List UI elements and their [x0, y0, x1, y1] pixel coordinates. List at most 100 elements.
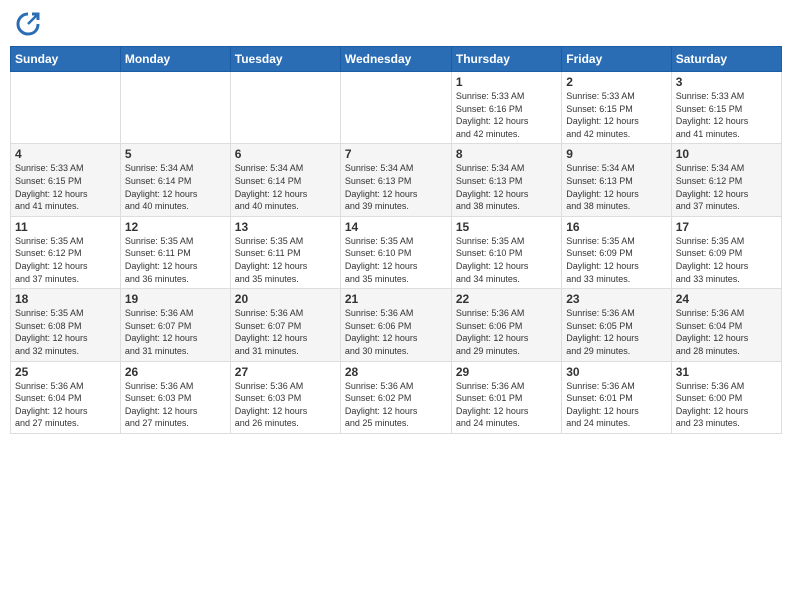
- calendar-cell: 7Sunrise: 5:34 AM Sunset: 6:13 PM Daylig…: [340, 144, 451, 216]
- day-info: Sunrise: 5:36 AM Sunset: 6:00 PM Dayligh…: [676, 380, 777, 430]
- day-number: 18: [15, 292, 116, 306]
- calendar-cell: 16Sunrise: 5:35 AM Sunset: 6:09 PM Dayli…: [562, 216, 671, 288]
- day-number: 30: [566, 365, 666, 379]
- day-number: 25: [15, 365, 116, 379]
- day-info: Sunrise: 5:34 AM Sunset: 6:14 PM Dayligh…: [125, 162, 226, 212]
- day-number: 21: [345, 292, 447, 306]
- weekday-header-sunday: Sunday: [11, 47, 121, 72]
- calendar-week-row: 25Sunrise: 5:36 AM Sunset: 6:04 PM Dayli…: [11, 361, 782, 433]
- day-number: 6: [235, 147, 336, 161]
- calendar-cell: [230, 72, 340, 144]
- day-info: Sunrise: 5:33 AM Sunset: 6:15 PM Dayligh…: [15, 162, 116, 212]
- day-number: 13: [235, 220, 336, 234]
- calendar-cell: [120, 72, 230, 144]
- day-info: Sunrise: 5:36 AM Sunset: 6:07 PM Dayligh…: [235, 307, 336, 357]
- calendar-cell: 1Sunrise: 5:33 AM Sunset: 6:16 PM Daylig…: [451, 72, 561, 144]
- page-header: [10, 10, 782, 38]
- calendar-cell: 14Sunrise: 5:35 AM Sunset: 6:10 PM Dayli…: [340, 216, 451, 288]
- calendar-cell: 21Sunrise: 5:36 AM Sunset: 6:06 PM Dayli…: [340, 289, 451, 361]
- day-number: 24: [676, 292, 777, 306]
- calendar-cell: 5Sunrise: 5:34 AM Sunset: 6:14 PM Daylig…: [120, 144, 230, 216]
- day-info: Sunrise: 5:33 AM Sunset: 6:16 PM Dayligh…: [456, 90, 557, 140]
- day-number: 20: [235, 292, 336, 306]
- day-info: Sunrise: 5:36 AM Sunset: 6:01 PM Dayligh…: [566, 380, 666, 430]
- calendar-cell: [11, 72, 121, 144]
- weekday-header-tuesday: Tuesday: [230, 47, 340, 72]
- day-info: Sunrise: 5:34 AM Sunset: 6:13 PM Dayligh…: [566, 162, 666, 212]
- calendar-cell: 8Sunrise: 5:34 AM Sunset: 6:13 PM Daylig…: [451, 144, 561, 216]
- day-info: Sunrise: 5:36 AM Sunset: 6:06 PM Dayligh…: [345, 307, 447, 357]
- day-number: 14: [345, 220, 447, 234]
- day-info: Sunrise: 5:35 AM Sunset: 6:12 PM Dayligh…: [15, 235, 116, 285]
- calendar-cell: 3Sunrise: 5:33 AM Sunset: 6:15 PM Daylig…: [671, 72, 781, 144]
- weekday-header-monday: Monday: [120, 47, 230, 72]
- calendar-cell: 9Sunrise: 5:34 AM Sunset: 6:13 PM Daylig…: [562, 144, 671, 216]
- calendar-cell: 31Sunrise: 5:36 AM Sunset: 6:00 PM Dayli…: [671, 361, 781, 433]
- day-info: Sunrise: 5:35 AM Sunset: 6:08 PM Dayligh…: [15, 307, 116, 357]
- day-info: Sunrise: 5:36 AM Sunset: 6:01 PM Dayligh…: [456, 380, 557, 430]
- day-info: Sunrise: 5:35 AM Sunset: 6:09 PM Dayligh…: [566, 235, 666, 285]
- calendar-week-row: 1Sunrise: 5:33 AM Sunset: 6:16 PM Daylig…: [11, 72, 782, 144]
- weekday-header-saturday: Saturday: [671, 47, 781, 72]
- day-info: Sunrise: 5:36 AM Sunset: 6:04 PM Dayligh…: [676, 307, 777, 357]
- calendar-cell: 11Sunrise: 5:35 AM Sunset: 6:12 PM Dayli…: [11, 216, 121, 288]
- day-number: 27: [235, 365, 336, 379]
- calendar-cell: 22Sunrise: 5:36 AM Sunset: 6:06 PM Dayli…: [451, 289, 561, 361]
- day-info: Sunrise: 5:36 AM Sunset: 6:06 PM Dayligh…: [456, 307, 557, 357]
- calendar-week-row: 11Sunrise: 5:35 AM Sunset: 6:12 PM Dayli…: [11, 216, 782, 288]
- day-number: 29: [456, 365, 557, 379]
- calendar-week-row: 4Sunrise: 5:33 AM Sunset: 6:15 PM Daylig…: [11, 144, 782, 216]
- day-info: Sunrise: 5:36 AM Sunset: 6:04 PM Dayligh…: [15, 380, 116, 430]
- day-number: 5: [125, 147, 226, 161]
- day-number: 9: [566, 147, 666, 161]
- day-number: 26: [125, 365, 226, 379]
- day-number: 7: [345, 147, 447, 161]
- day-number: 10: [676, 147, 777, 161]
- day-info: Sunrise: 5:34 AM Sunset: 6:12 PM Dayligh…: [676, 162, 777, 212]
- day-number: 28: [345, 365, 447, 379]
- calendar-cell: 18Sunrise: 5:35 AM Sunset: 6:08 PM Dayli…: [11, 289, 121, 361]
- day-info: Sunrise: 5:36 AM Sunset: 6:07 PM Dayligh…: [125, 307, 226, 357]
- calendar-cell: 20Sunrise: 5:36 AM Sunset: 6:07 PM Dayli…: [230, 289, 340, 361]
- calendar-cell: 24Sunrise: 5:36 AM Sunset: 6:04 PM Dayli…: [671, 289, 781, 361]
- calendar-cell: 6Sunrise: 5:34 AM Sunset: 6:14 PM Daylig…: [230, 144, 340, 216]
- day-info: Sunrise: 5:33 AM Sunset: 6:15 PM Dayligh…: [676, 90, 777, 140]
- day-number: 17: [676, 220, 777, 234]
- calendar-cell: 13Sunrise: 5:35 AM Sunset: 6:11 PM Dayli…: [230, 216, 340, 288]
- calendar-cell: 27Sunrise: 5:36 AM Sunset: 6:03 PM Dayli…: [230, 361, 340, 433]
- day-info: Sunrise: 5:35 AM Sunset: 6:11 PM Dayligh…: [125, 235, 226, 285]
- calendar-cell: 26Sunrise: 5:36 AM Sunset: 6:03 PM Dayli…: [120, 361, 230, 433]
- weekday-header-thursday: Thursday: [451, 47, 561, 72]
- day-info: Sunrise: 5:36 AM Sunset: 6:05 PM Dayligh…: [566, 307, 666, 357]
- day-info: Sunrise: 5:36 AM Sunset: 6:03 PM Dayligh…: [125, 380, 226, 430]
- calendar-cell: 30Sunrise: 5:36 AM Sunset: 6:01 PM Dayli…: [562, 361, 671, 433]
- logo-icon: [14, 10, 42, 38]
- calendar-cell: 29Sunrise: 5:36 AM Sunset: 6:01 PM Dayli…: [451, 361, 561, 433]
- calendar-cell: 28Sunrise: 5:36 AM Sunset: 6:02 PM Dayli…: [340, 361, 451, 433]
- day-number: 19: [125, 292, 226, 306]
- day-number: 23: [566, 292, 666, 306]
- calendar-cell: 10Sunrise: 5:34 AM Sunset: 6:12 PM Dayli…: [671, 144, 781, 216]
- day-number: 2: [566, 75, 666, 89]
- weekday-header-friday: Friday: [562, 47, 671, 72]
- day-number: 22: [456, 292, 557, 306]
- calendar-cell: 25Sunrise: 5:36 AM Sunset: 6:04 PM Dayli…: [11, 361, 121, 433]
- calendar-week-row: 18Sunrise: 5:35 AM Sunset: 6:08 PM Dayli…: [11, 289, 782, 361]
- logo: [14, 10, 46, 38]
- day-info: Sunrise: 5:34 AM Sunset: 6:13 PM Dayligh…: [345, 162, 447, 212]
- calendar-cell: 4Sunrise: 5:33 AM Sunset: 6:15 PM Daylig…: [11, 144, 121, 216]
- day-number: 31: [676, 365, 777, 379]
- day-info: Sunrise: 5:35 AM Sunset: 6:10 PM Dayligh…: [345, 235, 447, 285]
- day-info: Sunrise: 5:36 AM Sunset: 6:02 PM Dayligh…: [345, 380, 447, 430]
- calendar-cell: 17Sunrise: 5:35 AM Sunset: 6:09 PM Dayli…: [671, 216, 781, 288]
- weekday-header-row: SundayMondayTuesdayWednesdayThursdayFrid…: [11, 47, 782, 72]
- day-number: 3: [676, 75, 777, 89]
- calendar-cell: 23Sunrise: 5:36 AM Sunset: 6:05 PM Dayli…: [562, 289, 671, 361]
- day-number: 11: [15, 220, 116, 234]
- day-info: Sunrise: 5:34 AM Sunset: 6:14 PM Dayligh…: [235, 162, 336, 212]
- day-info: Sunrise: 5:35 AM Sunset: 6:09 PM Dayligh…: [676, 235, 777, 285]
- calendar-cell: 15Sunrise: 5:35 AM Sunset: 6:10 PM Dayli…: [451, 216, 561, 288]
- calendar-cell: [340, 72, 451, 144]
- day-number: 15: [456, 220, 557, 234]
- day-info: Sunrise: 5:34 AM Sunset: 6:13 PM Dayligh…: [456, 162, 557, 212]
